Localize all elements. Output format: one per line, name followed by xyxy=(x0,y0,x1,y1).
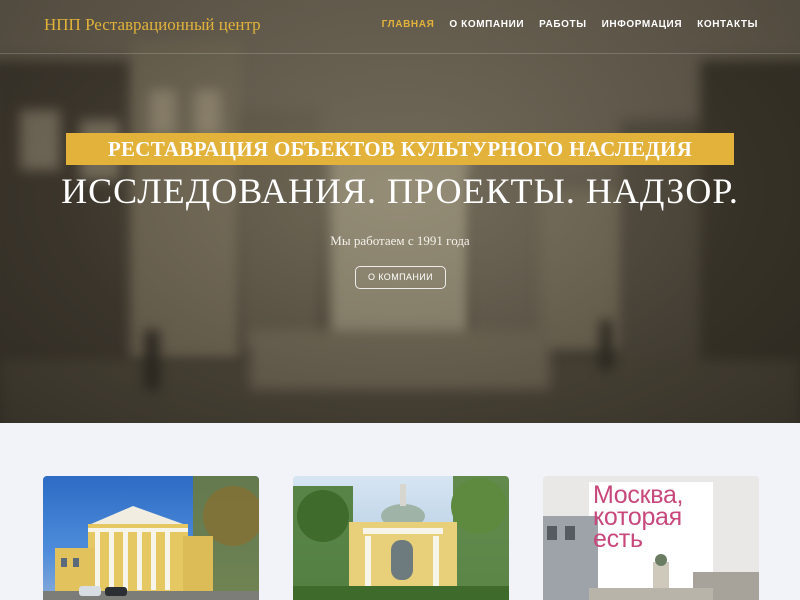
hero-tagline: РЕСТАВРАЦИЯ ОБЪЕКТОВ КУЛЬТУРНОГО НАСЛЕДИ… xyxy=(66,133,734,165)
nav-item-about[interactable]: О КОМПАНИИ xyxy=(449,19,524,30)
book-title-line: есть xyxy=(593,525,643,553)
project-card-book[interactable]: Москва, которая есть xyxy=(543,476,759,600)
hero-content: РЕСТАВРАЦИЯ ОБЪЕКТОВ КУЛЬТУРНОГО НАСЛЕДИ… xyxy=(0,0,800,423)
project-card-mansion[interactable] xyxy=(43,476,259,600)
hero-since-text: Мы работаем с 1991 года xyxy=(330,233,470,248)
book-title: Москва, которая есть xyxy=(593,483,684,553)
pavilion-image xyxy=(293,476,509,600)
project-card-pavilion[interactable] xyxy=(293,476,509,600)
nav-item-home[interactable]: ГЛАВНАЯ xyxy=(382,19,435,30)
hero-headline: ИССЛЕДОВАНИЯ. ПРОЕКТЫ. НАДЗОР. xyxy=(61,171,739,211)
top-navbar: НПП Реставрационный центр ГЛАВНАЯ О КОМП… xyxy=(0,0,800,54)
about-company-button[interactable]: О КОМПАНИИ xyxy=(355,266,446,289)
nav-item-contacts[interactable]: КОНТАКТЫ xyxy=(697,19,758,30)
project-cards: Москва, которая есть xyxy=(43,476,759,600)
main-nav: ГЛАВНАЯ О КОМПАНИИ РАБОТЫ ИНФОРМАЦИЯ КОН… xyxy=(382,19,758,30)
brand-logo-link[interactable]: НПП Реставрационный центр xyxy=(44,15,261,35)
nav-item-works[interactable]: РАБОТЫ xyxy=(539,19,586,30)
nav-item-info[interactable]: ИНФОРМАЦИЯ xyxy=(602,19,683,30)
mansion-image xyxy=(43,476,259,600)
hero-section: НПП Реставрационный центр ГЛАВНАЯ О КОМП… xyxy=(0,0,800,423)
